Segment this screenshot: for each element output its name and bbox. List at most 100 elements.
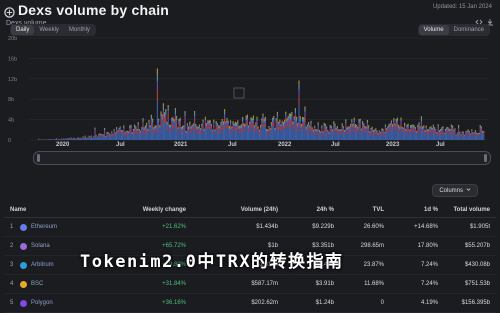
area-segment: [316, 133, 317, 135]
area-segment: [205, 126, 206, 140]
area-segment: [337, 132, 338, 140]
area-segment: [327, 135, 328, 140]
area-segment: [459, 133, 460, 134]
area-segment: [457, 133, 458, 134]
area-segment: [260, 128, 261, 130]
header-total-volume[interactable]: Total volume: [438, 207, 490, 213]
header-name[interactable]: Name: [4, 207, 116, 213]
area-segment: [321, 133, 322, 140]
area-segment: [334, 124, 335, 125]
area-segment: [325, 129, 326, 132]
area-segment: [459, 136, 460, 140]
chain-name-link[interactable]: Arbitrum: [31, 262, 54, 268]
area-segment: [397, 127, 398, 140]
area-segment: [328, 133, 329, 134]
area-segment: [189, 130, 190, 140]
area-segment: [123, 127, 124, 128]
area-segment: [206, 124, 207, 125]
header-tvl-pct[interactable]: 1d %: [384, 207, 438, 213]
area-segment: [158, 120, 159, 122]
area-segment: [450, 130, 451, 131]
area-segment: [336, 128, 337, 129]
embed-icon[interactable]: [475, 13, 483, 21]
area-segment: [378, 135, 379, 136]
area-segment: [91, 138, 92, 140]
header-volume-24h-pct[interactable]: 24h %: [278, 207, 334, 213]
area-segment: [446, 127, 447, 128]
range-slider[interactable]: [33, 151, 491, 165]
table-row[interactable]: 4BSC+31.84%$587.17m$3.91b11.68%7.24%$751…: [4, 275, 496, 294]
area-segment: [309, 130, 310, 133]
area-segment: [211, 131, 212, 140]
chain-name-link[interactable]: Solana: [31, 243, 50, 249]
area-segment: [278, 122, 279, 123]
area-segment: [326, 132, 327, 140]
area-segment: [394, 124, 395, 126]
area-segment: [307, 126, 308, 127]
area-segment: [244, 129, 245, 131]
area-segment: [183, 129, 184, 131]
area-segment: [132, 132, 133, 133]
area-segment: [177, 133, 178, 140]
rank: 1: [10, 224, 16, 230]
area-segment: [354, 120, 355, 123]
range-handle-right[interactable]: [484, 154, 487, 162]
area-segment: [182, 127, 183, 129]
area-segment: [366, 132, 367, 140]
area-segment: [262, 114, 263, 116]
area-segment: [447, 127, 448, 128]
area-segment: [404, 130, 405, 140]
area-segment: [192, 129, 193, 131]
table-row[interactable]: 1Ethereum+21.62%$1.434b$9.229b26.60%+14.…: [4, 218, 496, 237]
download-icon[interactable]: [486, 13, 494, 21]
header-weekly[interactable]: Weekly change: [116, 207, 186, 213]
area-segment: [416, 133, 417, 134]
area-segment: [458, 130, 459, 132]
area-segment: [216, 130, 217, 140]
header-tvl[interactable]: TVL: [334, 207, 384, 213]
area-segment: [406, 125, 407, 126]
area-segment: [224, 112, 225, 115]
area-segment: [302, 125, 303, 128]
area-segment: [381, 131, 382, 132]
area-segment: [296, 127, 297, 140]
area-segment: [194, 116, 195, 119]
area-segment: [452, 126, 453, 127]
area-segment: [231, 128, 232, 129]
area-segment: [434, 133, 435, 140]
area-segment: [301, 126, 302, 127]
columns-button[interactable]: Columns: [432, 184, 478, 197]
area-segment: [378, 134, 379, 135]
area-segment: [409, 131, 410, 132]
area-segment: [314, 132, 315, 140]
area-segment: [171, 118, 172, 119]
area-segment: [415, 133, 416, 140]
area-segment: [400, 124, 401, 128]
area-segment: [396, 119, 397, 121]
table-row[interactable]: 5Polygon+36.16%$202.62m$1.24b04.19%$156.…: [4, 294, 496, 313]
area-segment: [136, 130, 137, 131]
chain-name-link[interactable]: Polygon: [31, 300, 53, 306]
area-segment: [339, 130, 340, 131]
area-segment: [132, 136, 133, 140]
area-segment: [303, 117, 304, 119]
area-segment: [432, 129, 433, 130]
area-segment: [291, 114, 292, 117]
range-handle-left[interactable]: [37, 154, 40, 162]
area-segment: [334, 130, 335, 140]
area-segment: [264, 120, 265, 122]
area-segment: [127, 132, 128, 133]
area-segment: [85, 137, 86, 138]
area-segment: [469, 132, 470, 133]
area-segment: [236, 130, 237, 140]
header-volume-24h[interactable]: Volume (24h): [186, 207, 278, 213]
area-segment: [288, 118, 289, 120]
chain-name-link[interactable]: Ethereum: [31, 224, 57, 230]
chain-name-link[interactable]: BSC: [31, 281, 43, 287]
area-segment: [356, 126, 357, 127]
area-segment: [218, 125, 219, 126]
area-segment: [295, 119, 296, 140]
area-segment: [346, 128, 347, 129]
area-segment: [474, 133, 475, 134]
area-segment: [396, 128, 397, 140]
